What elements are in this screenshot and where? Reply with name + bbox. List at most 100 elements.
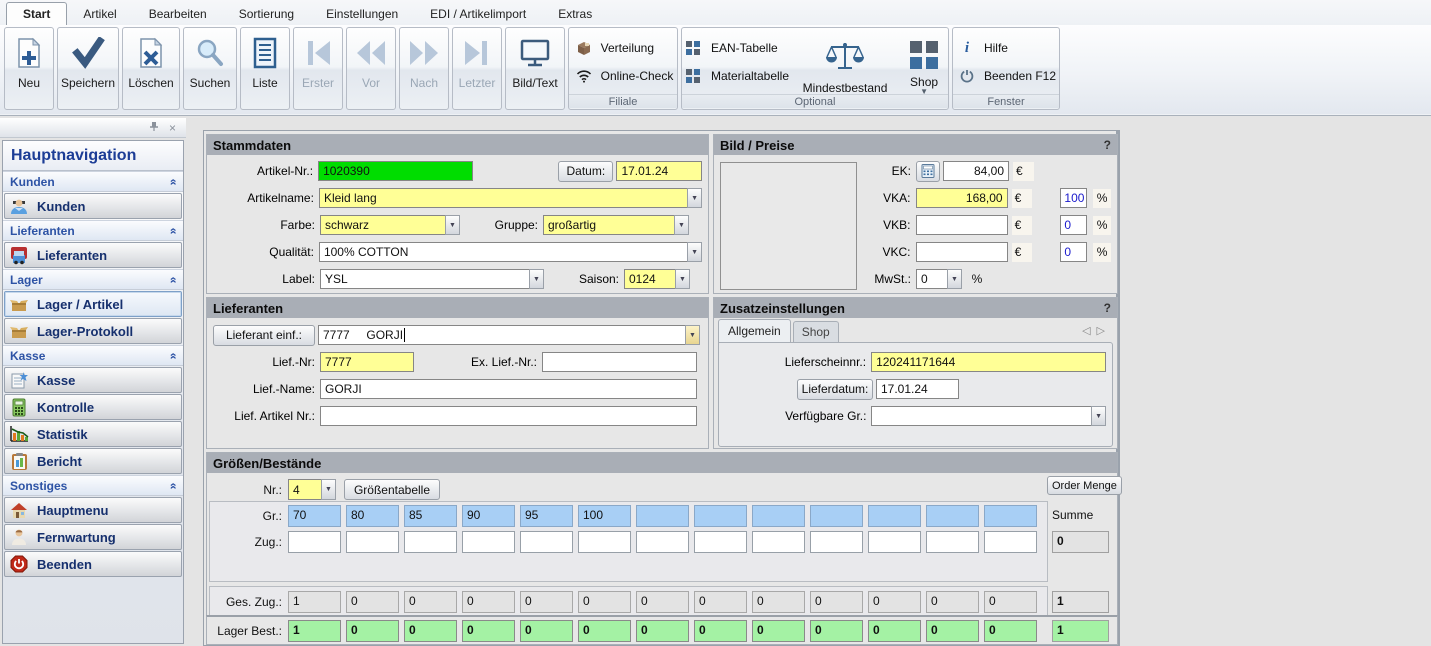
vkc-field[interactable] — [915, 242, 1008, 262]
vka-field[interactable]: 168,00 — [915, 188, 1008, 208]
artikelname-dropdown-button[interactable]: ▼ — [687, 188, 702, 208]
nav-group-kunden[interactable]: Kunden » — [3, 171, 183, 192]
lief-nr-field[interactable]: 7777 — [320, 352, 414, 372]
close-icon[interactable]: × — [169, 122, 176, 134]
tab-shop[interactable]: Shop — [792, 321, 839, 342]
datum-button[interactable]: Datum: — [558, 160, 614, 182]
order-menge-button[interactable]: Order Menge — [1047, 476, 1122, 495]
verteilung-button[interactable]: Verteilung — [573, 38, 674, 58]
ean-tabelle-button[interactable]: EAN-Tabelle — [683, 38, 789, 58]
sidebar-item-fernwartung[interactable]: Fernwartung — [4, 524, 182, 550]
groessentabelle-button[interactable]: Größentabelle — [344, 479, 440, 500]
tab-bearbeiten[interactable]: Bearbeiten — [133, 3, 223, 25]
sidebar-item-lager-artikel[interactable]: Lager / Artikel — [4, 291, 182, 317]
ex-lief-nr-field[interactable] — [542, 352, 697, 372]
calculator-button[interactable] — [916, 160, 940, 182]
sidebar-item-lager-protokoll[interactable]: Lager-Protokoll — [4, 318, 182, 344]
nav-group-kasse[interactable]: Kasse » — [3, 345, 183, 366]
online-check-button[interactable]: Online-Check — [573, 66, 673, 86]
zugang-input[interactable] — [694, 531, 747, 553]
lieferant-einf-field[interactable]: 7777 GORJI — [318, 325, 686, 345]
pin-icon[interactable] — [149, 121, 159, 134]
vkc-percent-field[interactable]: 0 — [1060, 242, 1088, 262]
sidebar-item-kontrolle[interactable]: Kontrolle — [4, 394, 182, 420]
sidebar-item-kunden[interactable]: Kunden — [4, 193, 182, 219]
zugang-input[interactable] — [404, 531, 457, 553]
lief-artikel-nr-field[interactable] — [320, 406, 697, 426]
mwst-field[interactable]: 0 — [916, 269, 948, 289]
vka-percent-field[interactable]: 100 — [1060, 188, 1088, 208]
hilfe-button[interactable]: i Hilfe — [956, 38, 1056, 58]
zugang-input[interactable] — [752, 531, 805, 553]
artikel-nr-field[interactable]: 1020390 — [318, 161, 474, 181]
groessentabelle-nr-dropdown-button[interactable]: ▼ — [321, 479, 336, 500]
size-header-cell: 70 — [288, 505, 341, 527]
qualitaet-dropdown-button[interactable]: ▼ — [687, 242, 702, 262]
qualitaet-field[interactable]: 100% COTTON — [318, 242, 689, 262]
lieferscheinnr-field[interactable]: 120241171644 — [871, 352, 1106, 372]
lieferdatum-button[interactable]: Lieferdatum: — [797, 378, 873, 400]
zugang-input[interactable] — [926, 531, 979, 553]
zugang-input[interactable] — [868, 531, 921, 553]
saison-field[interactable]: 0124 — [624, 269, 676, 289]
sidebar-item-beenden[interactable]: Beenden — [4, 551, 182, 577]
sidebar-item-kasse[interactable]: Kasse — [4, 367, 182, 393]
zugang-input[interactable] — [984, 531, 1037, 553]
nav-group-lieferanten[interactable]: Lieferanten » — [3, 220, 183, 241]
label-dropdown-button[interactable]: ▼ — [529, 269, 544, 289]
tab-extras[interactable]: Extras — [542, 3, 608, 25]
zugang-input[interactable] — [346, 531, 399, 553]
groessentabelle-nr-field[interactable]: 4 — [288, 479, 322, 500]
gruppe-field[interactable]: großartig — [543, 215, 675, 235]
neu-button[interactable]: Neu — [4, 27, 54, 110]
tab-edi-artikelimport[interactable]: EDI / Artikelimport — [414, 3, 542, 25]
verfuegbare-gr-field[interactable] — [871, 406, 1093, 426]
artikelname-field[interactable]: Kleid lang — [318, 188, 689, 208]
suchen-button[interactable]: Suchen — [183, 27, 237, 110]
lief-name-field[interactable]: GORJI — [320, 379, 697, 399]
zugang-input[interactable] — [636, 531, 689, 553]
nav-group-lager[interactable]: Lager » — [3, 269, 183, 290]
zugang-input[interactable] — [288, 531, 341, 553]
farbe-field[interactable]: schwarz — [320, 215, 446, 235]
vkb-field[interactable] — [915, 215, 1008, 235]
label-field[interactable]: YSL — [320, 269, 530, 289]
tab-allgemein[interactable]: Allgemein — [718, 319, 791, 342]
verfuegbare-gr-dropdown-button[interactable]: ▼ — [1091, 406, 1106, 426]
materialtabelle-button[interactable]: Materialtabelle — [683, 66, 789, 86]
sidebar-item-bericht[interactable]: Bericht — [4, 448, 182, 474]
vkb-percent-field[interactable]: 0 — [1060, 215, 1088, 235]
tab-scroll-left-icon[interactable]: ◁ — [1082, 325, 1096, 337]
sidebar-item-hauptmenu[interactable]: Hauptmenu — [4, 497, 182, 523]
loeschen-button[interactable]: Löschen — [122, 27, 180, 110]
datum-field[interactable]: 17.01.24 — [616, 161, 702, 181]
lieferant-einf-button[interactable]: Lieferant einf.: — [213, 324, 315, 346]
lieferant-einf-dropdown-button[interactable]: ▼ — [685, 325, 700, 345]
tab-einstellungen[interactable]: Einstellungen — [310, 3, 414, 25]
ek-field[interactable]: 84,00 — [943, 161, 1009, 181]
beenden-f12-button[interactable]: Beenden F12 — [956, 66, 1056, 86]
nav-group-sonstiges[interactable]: Sonstiges » — [3, 475, 183, 496]
farbe-dropdown-button[interactable]: ▼ — [445, 215, 460, 235]
speichern-button[interactable]: Speichern — [57, 27, 119, 110]
zugang-input[interactable] — [810, 531, 863, 553]
tab-artikel[interactable]: Artikel — [67, 3, 132, 25]
liste-button[interactable]: Liste — [240, 27, 290, 110]
sidebar-item-statistik[interactable]: Statistik — [4, 421, 182, 447]
mwst-dropdown-button[interactable]: ▼ — [947, 269, 962, 289]
shop-button[interactable]: Shop ▼ — [901, 38, 947, 96]
zugang-input[interactable] — [520, 531, 573, 553]
lieferdatum-field[interactable]: 17.01.24 — [876, 379, 959, 399]
tab-sortierung[interactable]: Sortierung — [223, 3, 310, 25]
bild-text-button[interactable]: Bild/Text — [505, 27, 565, 110]
tab-scroll-right-icon[interactable]: ▷ — [1097, 325, 1111, 337]
mindestbestand-button[interactable]: Mindestbestand ▼ — [799, 38, 891, 102]
zugang-input[interactable] — [462, 531, 515, 553]
tab-start[interactable]: Start — [6, 2, 68, 25]
help-icon[interactable]: ? — [1104, 301, 1111, 315]
gruppe-dropdown-button[interactable]: ▼ — [674, 215, 689, 235]
saison-dropdown-button[interactable]: ▼ — [675, 269, 690, 289]
zugang-input[interactable] — [578, 531, 631, 553]
sidebar-item-lieferanten[interactable]: Lieferanten — [4, 242, 182, 268]
help-icon[interactable]: ? — [1104, 138, 1111, 152]
